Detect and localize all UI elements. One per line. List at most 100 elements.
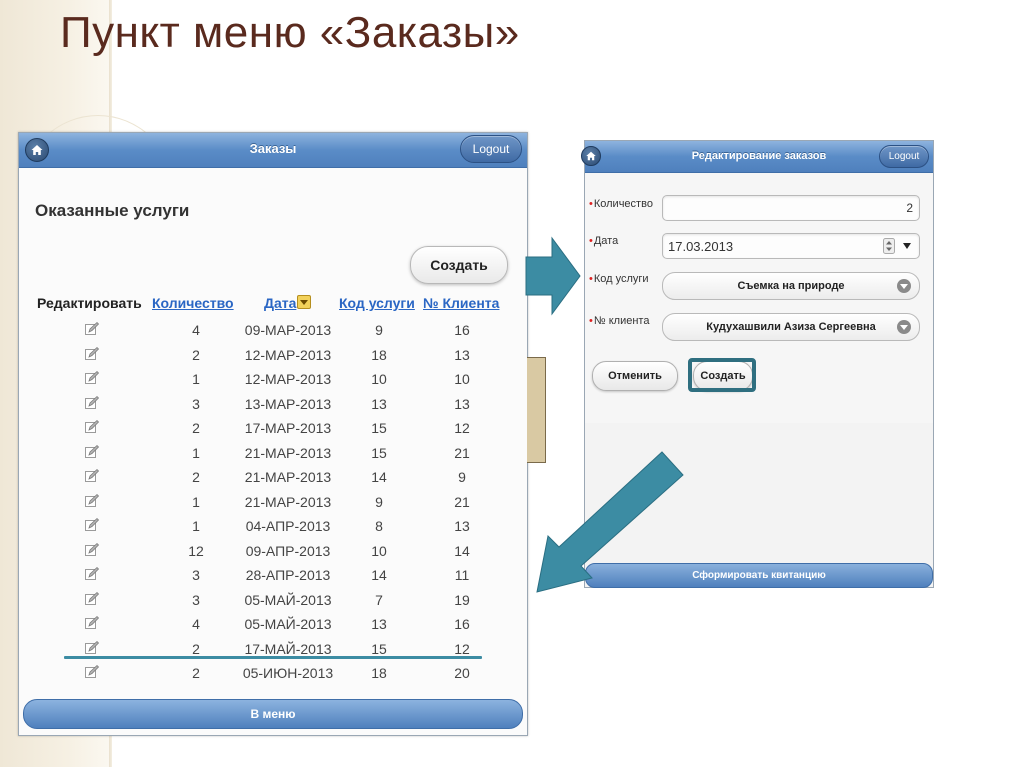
edit-header-bar: Редактирование заказов Logout	[581, 141, 933, 173]
cell-date: 05-МАЙ-2013	[244, 591, 332, 608]
edit-pencil-icon[interactable]	[84, 321, 100, 337]
orders-header-bar: Заказы Logout	[19, 133, 527, 168]
col-date-label: Дата	[264, 295, 297, 311]
table-row: 2 21-МАР-2013 14 9	[19, 466, 527, 491]
cell-date: 17-МАР-2013	[244, 420, 332, 436]
edit-pencil-icon[interactable]	[84, 346, 100, 362]
orders-header-title: Заказы	[249, 141, 297, 156]
cell-service-code: 8	[375, 518, 383, 534]
table-row: 3 13-МАР-2013 13 13	[19, 393, 527, 418]
edit-form: •Количество 2 •Дата 17.03.2013 •Код услу…	[585, 173, 933, 423]
edit-pencil-icon[interactable]	[84, 468, 100, 484]
cell-quantity: 2	[192, 640, 200, 657]
edit-pencil-icon[interactable]	[84, 664, 100, 680]
highlight-underline	[64, 656, 482, 659]
date-input[interactable]: 17.03.2013	[662, 233, 920, 259]
cell-client-no: 16	[454, 616, 470, 632]
cell-date: 13-МАР-2013	[244, 395, 332, 412]
cell-service-code: 15	[371, 420, 387, 436]
cell-quantity: 4	[192, 322, 200, 338]
edit-pencil-icon[interactable]	[84, 395, 100, 411]
cell-date: 21-МАР-2013	[244, 493, 332, 510]
cell-service-code: 13	[371, 616, 387, 632]
cell-client-no: 20	[454, 665, 470, 681]
orders-panel: Заказы Logout Оказанные услуги Создать Р…	[18, 132, 528, 736]
cell-client-no: 10	[454, 371, 470, 387]
date-label: •Дата	[589, 235, 619, 247]
cell-date: 04-АПР-2013	[245, 518, 331, 534]
service-label: •Код услуги	[589, 273, 649, 285]
edit-pencil-icon[interactable]	[84, 493, 100, 509]
edit-pencil-icon[interactable]	[84, 517, 100, 533]
cell-service-code: 14	[371, 567, 387, 583]
cell-service-code: 10	[371, 371, 387, 387]
section-title: Оказанные услуги	[35, 201, 190, 220]
cell-quantity: 3	[192, 591, 200, 608]
decorative-box	[527, 357, 546, 463]
cell-date: 12-МАР-2013	[244, 346, 332, 363]
chevron-down-icon[interactable]	[903, 243, 911, 249]
menu-button[interactable]: В меню	[23, 699, 523, 729]
cell-service-code: 15	[371, 444, 387, 461]
cell-quantity: 1	[192, 493, 200, 510]
cell-client-no: 12	[454, 640, 470, 657]
cell-quantity: 1	[192, 371, 200, 387]
cell-date: 17-МАЙ-2013	[244, 640, 332, 657]
edit-pencil-icon[interactable]	[84, 566, 100, 582]
service-select[interactable]: Съемка на природе	[662, 272, 920, 300]
cell-date: 05-МАЙ-2013	[244, 616, 332, 632]
cell-service-code: 18	[371, 346, 387, 363]
quantity-value: 2	[906, 201, 913, 215]
cell-quantity: 4	[192, 616, 200, 632]
table-row: 3 05-МАЙ-2013 7 19	[19, 589, 527, 614]
edit-logout-button[interactable]: Logout	[879, 145, 929, 168]
edit-pencil-icon[interactable]	[84, 591, 100, 607]
col-service-code[interactable]: Код услуги	[339, 295, 415, 311]
cell-client-no: 9	[458, 469, 466, 485]
cell-client-no: 19	[454, 591, 470, 608]
client-select[interactable]: Кудухашвили Азиза Сергеевна	[662, 313, 920, 341]
chevron-down-icon	[897, 320, 911, 334]
cell-date: 05-ИЮН-2013	[242, 665, 334, 681]
cell-client-no: 13	[454, 518, 470, 534]
table-row: 3 28-АПР-2013 14 11	[19, 564, 527, 589]
cell-client-no: 21	[454, 493, 470, 510]
orders-table-body: 4 09-МАР-2013 9 16 2 12-МАР-2013 18 13 1 12-МАР-2…	[19, 319, 527, 687]
quantity-input[interactable]: 2	[662, 195, 920, 221]
edit-pencil-icon[interactable]	[84, 419, 100, 435]
table-row: 2 17-МАР-2013 15 12	[19, 417, 527, 442]
cell-quantity: 1	[192, 444, 200, 461]
highlight-frame	[688, 358, 756, 392]
cell-quantity: 2	[192, 665, 200, 681]
spinner-icon[interactable]	[883, 238, 895, 254]
cell-quantity: 2	[192, 469, 200, 485]
cell-quantity: 1	[192, 518, 200, 534]
quantity-label: •Количество	[589, 198, 653, 210]
edit-pencil-icon[interactable]	[84, 615, 100, 631]
col-client-no[interactable]: № Клиента	[423, 295, 499, 311]
cell-client-no: 12	[454, 420, 470, 436]
cell-service-code: 15	[371, 640, 387, 657]
edit-pencil-icon[interactable]	[84, 640, 100, 656]
edit-orders-panel: Редактирование заказов Logout •Количеств…	[581, 140, 934, 588]
logout-button[interactable]: Logout	[460, 135, 522, 163]
sort-icon[interactable]	[297, 295, 312, 309]
col-quantity[interactable]: Количество	[152, 295, 234, 311]
cell-date: 09-МАР-2013	[244, 322, 332, 338]
cell-service-code: 13	[371, 395, 387, 412]
edit-pencil-icon[interactable]	[84, 542, 100, 558]
edit-pencil-icon[interactable]	[84, 370, 100, 386]
table-row: 4 09-МАР-2013 9 16	[19, 319, 527, 344]
cell-service-code: 18	[371, 665, 387, 681]
cell-client-no: 11	[454, 567, 470, 583]
edit-pencil-icon[interactable]	[84, 444, 100, 460]
col-date[interactable]: Дата	[264, 295, 312, 311]
cell-quantity: 2	[192, 346, 200, 363]
receipt-button[interactable]: Сформировать квитанцию	[585, 563, 933, 588]
client-value: Кудухашвили Азиза Сергеевна	[706, 321, 876, 333]
cell-service-code: 10	[371, 542, 387, 559]
cancel-button[interactable]: Отменить	[592, 361, 678, 391]
cell-quantity: 3	[192, 395, 200, 412]
cell-service-code: 9	[375, 493, 383, 510]
create-button[interactable]: Создать	[410, 246, 508, 284]
